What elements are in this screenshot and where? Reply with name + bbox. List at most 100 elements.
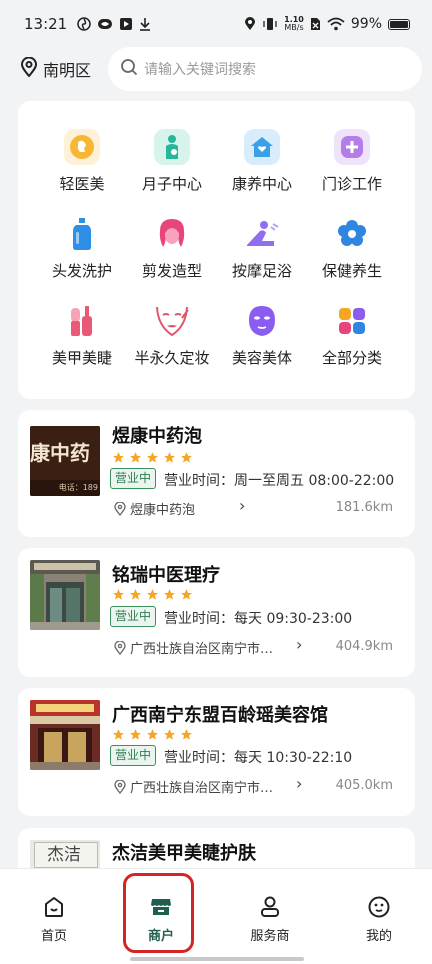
shop-name: 煜康中药泡 xyxy=(112,426,202,447)
star-icon xyxy=(130,729,141,740)
location-pin-icon xyxy=(20,56,38,81)
star-icon xyxy=(164,589,175,600)
home-indicator[interactable] xyxy=(130,957,304,961)
chevron-right-icon[interactable]: › xyxy=(296,774,302,793)
category-permanent-makeup[interactable]: 半永久定妆 xyxy=(127,303,217,375)
location-pin-icon xyxy=(114,501,126,516)
location-status-icon xyxy=(244,17,256,31)
location-selector[interactable]: 南明区 xyxy=(20,56,92,81)
vibrate-icon xyxy=(262,17,278,31)
business-hours: 营业时间：周一至周五 08:00-22:00 xyxy=(164,473,395,489)
category-label: 全部分类 xyxy=(321,349,382,367)
category-label: 按摩足浴 xyxy=(231,262,292,280)
category-haircut[interactable]: 剪发造型 xyxy=(127,216,217,288)
user-icon xyxy=(261,896,279,917)
play-store-icon xyxy=(119,17,133,31)
open-status-badge: 营业中 xyxy=(110,606,157,627)
shop-thumbnail xyxy=(30,700,100,770)
massage-icon xyxy=(244,216,280,252)
shop-card[interactable]: 康中药 电话：189 煜康中药泡 营业中 营业时间：周一至周五 08:00-22… xyxy=(18,410,415,537)
location-label: 南明区 xyxy=(43,61,92,80)
category-maternity[interactable]: 月子中心 xyxy=(127,129,217,201)
category-label: 剪发造型 xyxy=(141,262,202,280)
business-hours: 营业时间：每天 09:30-23:00 xyxy=(164,611,353,627)
shop-thumbnail xyxy=(30,560,100,630)
no-sim-icon xyxy=(310,17,321,31)
shop-card[interactable]: 铭瑞中医理疗 营业中 营业时间：每天 09:30-23:00 广西壮族自治区南宁… xyxy=(18,548,415,677)
clinic-icon xyxy=(334,129,370,165)
category-all[interactable]: 全部分类 xyxy=(307,303,397,375)
haircut-icon xyxy=(154,216,190,252)
shop-card[interactable]: 广西南宁东盟百龄瑶美容馆 营业中 营业时间：每天 10:30-22:10 广西壮… xyxy=(18,688,415,816)
category-hair-wash[interactable]: 头发洗护 xyxy=(37,216,127,288)
address-row[interactable]: 广西壮族自治区南宁市… xyxy=(114,638,273,657)
thumbnail-sign-text: 杰洁 xyxy=(34,842,98,868)
thumbnail-phone-text: 电话：189 xyxy=(30,480,100,496)
category-nail[interactable]: 美甲美睫 xyxy=(37,303,127,375)
category-wellness[interactable]: 康养中心 xyxy=(217,129,307,201)
shop-name: 广西南宁东盟百龄瑶美容馆 xyxy=(112,705,328,726)
hair-wash-icon xyxy=(64,216,100,252)
nav-service-providers[interactable]: 服务商 xyxy=(230,895,310,944)
download-icon xyxy=(139,17,151,31)
category-label: 美甲美睫 xyxy=(51,349,112,367)
infinity-icon xyxy=(97,17,113,31)
nav-label: 我的 xyxy=(365,929,392,944)
category-label: 轻医美 xyxy=(59,175,105,193)
star-icon xyxy=(164,729,175,740)
search-input[interactable]: 请输入关键词搜索 xyxy=(108,47,422,91)
category-label: 半永久定妆 xyxy=(134,349,210,367)
location-pin-icon xyxy=(114,640,126,655)
net-speed-unit: MB/s xyxy=(284,23,304,32)
search-placeholder: 请输入关键词搜索 xyxy=(144,62,256,78)
chevron-right-icon[interactable]: › xyxy=(296,635,302,654)
nav-label: 服务商 xyxy=(250,929,290,944)
nav-label: 首页 xyxy=(40,929,67,944)
star-icon xyxy=(147,589,158,600)
open-status-badge: 营业中 xyxy=(110,468,157,489)
category-label: 门诊工作 xyxy=(321,175,382,193)
address-row[interactable]: 广西壮族自治区南宁市… xyxy=(114,777,273,796)
star-icon xyxy=(147,729,158,740)
wifi-icon xyxy=(327,17,345,31)
star-icon xyxy=(113,589,124,600)
star-icon xyxy=(113,729,124,740)
category-light-beauty[interactable]: 轻医美 xyxy=(37,129,127,201)
shop-distance: 181.6km xyxy=(335,500,393,515)
address-row[interactable]: 煜康中药泡 xyxy=(114,499,195,518)
category-health[interactable]: 保健养生 xyxy=(307,216,397,288)
nail-icon xyxy=(64,303,100,339)
star-icon xyxy=(147,452,158,463)
rating-stars xyxy=(112,451,193,464)
shop-thumbnail: 康中药 电话：189 xyxy=(30,426,100,496)
category-label: 头发洗护 xyxy=(51,262,112,280)
fan-icon xyxy=(77,17,91,31)
status-bar: 13:21 1.10 MB/s 99% xyxy=(0,0,432,48)
shop-address: 煜康中药泡 xyxy=(130,503,196,518)
rating-stars xyxy=(112,588,193,601)
nav-label: 商户 xyxy=(147,929,174,944)
header: 南明区 请输入关键词搜索 xyxy=(0,46,432,92)
category-massage[interactable]: 按摩足浴 xyxy=(217,216,307,288)
net-speed: 1.10 MB/s xyxy=(284,16,304,32)
shop-address: 广西壮族自治区南宁市… xyxy=(130,642,274,657)
star-icon xyxy=(164,452,175,463)
star-icon xyxy=(181,452,192,463)
battery-icon xyxy=(388,18,410,30)
shop-distance: 405.0km xyxy=(335,778,393,793)
status-left: 13:21 xyxy=(24,15,151,33)
category-clinic[interactable]: 门诊工作 xyxy=(307,129,397,201)
star-icon xyxy=(130,452,141,463)
nav-home[interactable]: 首页 xyxy=(14,895,94,944)
shop-name: 杰洁美甲美睫护肤 xyxy=(112,843,256,864)
home-icon xyxy=(45,897,63,917)
category-facial[interactable]: 美容美体 xyxy=(217,303,307,375)
shop-address: 广西壮族自治区南宁市… xyxy=(130,781,274,796)
star-icon xyxy=(181,729,192,740)
smiley-icon xyxy=(368,896,390,918)
storefront-photo xyxy=(30,560,100,630)
nav-merchants[interactable]: 商户 xyxy=(121,895,201,944)
nav-mine[interactable]: 我的 xyxy=(339,895,419,944)
chevron-right-icon[interactable]: › xyxy=(239,496,245,515)
category-label: 美容美体 xyxy=(231,349,292,367)
